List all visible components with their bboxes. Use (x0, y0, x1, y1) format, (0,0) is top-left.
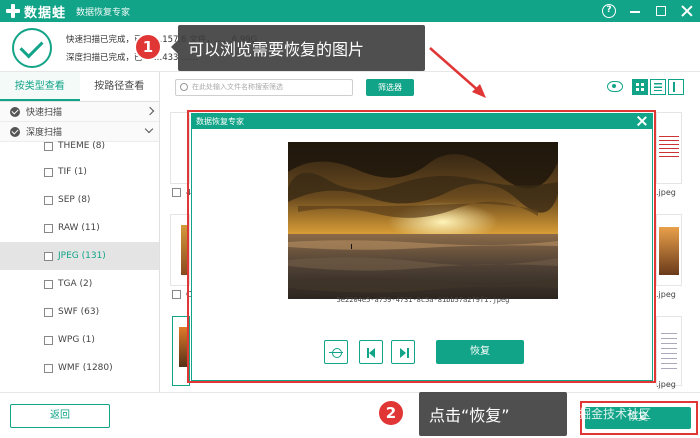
type-label: TGA (2) (58, 279, 93, 289)
type-item-theme[interactable]: THEME (8) (0, 134, 159, 158)
thumbnail-label: .jpeg (656, 380, 676, 389)
checkbox[interactable] (44, 223, 53, 233)
checkbox[interactable] (44, 141, 53, 151)
thumbnail-label: .jpeg (656, 290, 676, 299)
file-name: .jpeg (656, 188, 676, 197)
dialog-close-icon[interactable] (636, 115, 648, 127)
file-toolbar: 在此处输入文件名称搜索筛选 筛选器 (160, 72, 700, 102)
file-name: .jpeg (656, 290, 676, 299)
tab-by-type[interactable]: 按类型查看 (0, 72, 80, 101)
type-label: JPEG (131) (58, 251, 106, 261)
close-icon[interactable] (680, 4, 694, 18)
callout-recover: 点击“恢复” (419, 392, 567, 436)
preview-filename: 5e2204e5-a759-4731-8c5a-81bb57a2f9f1.jpe… (336, 296, 510, 304)
type-label: WPG (1) (58, 335, 95, 345)
quick-scan-label: 快速扫描 (26, 108, 63, 118)
thumbnail[interactable] (656, 112, 682, 184)
checkbox[interactable] (44, 167, 53, 177)
thumbnail-image (661, 329, 677, 369)
quick-scan-row[interactable]: 快速扫描 (0, 102, 159, 122)
callout-tail (171, 40, 178, 54)
fit-view-icon[interactable] (324, 340, 348, 364)
minimize-icon[interactable] (628, 4, 642, 18)
detail-view-icon[interactable] (668, 79, 684, 95)
previous-image-icon[interactable] (359, 340, 383, 364)
plus-logo-icon (6, 4, 20, 18)
dialog-title: 数据恢复专家 (196, 117, 244, 126)
preview-dialog: 数据恢复专家 5e2204e5-a759-4731-8c5a-81bb57a2f… (191, 113, 653, 381)
type-label: SEP (8) (58, 195, 91, 205)
thumbnail[interactable] (656, 316, 682, 386)
type-label: TIF (1) (58, 167, 87, 177)
type-item-swf[interactable]: SWF (63) (0, 298, 159, 326)
search-input[interactable]: 在此处输入文件名称搜索筛选 (175, 79, 353, 96)
dialog-header: 数据恢复专家 (192, 114, 652, 129)
step-badge: 1 (134, 33, 162, 61)
callout-browse: 可以浏览需要恢复的图片 (178, 25, 425, 71)
watermark: 稀土掘金技术社区 (555, 407, 652, 421)
callout-text: 点击“恢复” (429, 406, 510, 425)
callout-text: 可以浏览需要恢复的图片 (188, 40, 365, 59)
type-item-wmf[interactable]: WMF (1280) (0, 354, 159, 382)
maximize-icon[interactable] (654, 4, 668, 18)
thumbnail-image (659, 133, 679, 157)
chevron-down-icon[interactable] (144, 124, 154, 134)
type-item-wpg[interactable]: WPG (1) (0, 326, 159, 354)
title-bar: 数据蛙 数据恢复专家 ? (0, 0, 700, 22)
list-view-icon[interactable] (650, 79, 666, 95)
thumbnail-label: .jpeg (656, 188, 676, 197)
type-label: RAW (11) (58, 223, 100, 233)
type-label: WMF (1280) (58, 363, 113, 373)
checkbox[interactable] (172, 290, 181, 299)
chevron-right-icon[interactable] (145, 106, 155, 116)
logo-text: 数据蛙 (24, 5, 67, 21)
checkbox[interactable] (44, 279, 53, 289)
window-controls: ? (602, 0, 694, 22)
thumbnail-image (659, 227, 679, 275)
checkbox[interactable] (44, 363, 53, 373)
checkbox[interactable] (172, 188, 181, 197)
type-item-jpeg[interactable]: JPEG (131) (0, 242, 159, 270)
app-logo: 数据蛙 (0, 2, 66, 21)
back-button[interactable]: 返回 (10, 404, 110, 428)
help-icon[interactable]: ? (602, 4, 616, 18)
grid-view-icon[interactable] (632, 79, 648, 95)
file-name: .jpeg (656, 380, 676, 389)
tab-by-path[interactable]: 按路径查看 (80, 72, 160, 101)
file-type-list: THEME (8) TIF (1) SEP (8) RAW (11) JPEG … (0, 134, 159, 382)
eye-icon[interactable] (607, 81, 623, 92)
checkbox[interactable] (44, 307, 53, 317)
checkbox[interactable] (44, 251, 53, 261)
checkbox[interactable] (44, 195, 53, 205)
sunset-photo (288, 142, 558, 299)
checkbox[interactable] (44, 335, 53, 345)
next-image-icon[interactable] (391, 340, 415, 364)
filter-button[interactable]: 筛选器 (366, 79, 414, 96)
type-label: SWF (63) (58, 307, 100, 317)
step-badge: 2 (377, 399, 405, 427)
checked-icon (10, 106, 20, 117)
type-item-tif[interactable]: TIF (1) (0, 158, 159, 186)
dialog-recover-button[interactable]: 恢复 (436, 340, 524, 364)
thumbnail[interactable] (656, 214, 682, 286)
scan-complete-check-icon (12, 28, 52, 68)
preview-image (288, 142, 558, 299)
type-label: THEME (8) (58, 141, 106, 151)
type-item-sep[interactable]: SEP (8) (0, 186, 159, 214)
type-item-tga[interactable]: TGA (2) (0, 270, 159, 298)
type-item-raw[interactable]: RAW (11) (0, 214, 159, 242)
sidebar: 按类型查看 按路径查看 快速扫描 深度扫描 THEME (8) TIF (1) … (0, 72, 160, 392)
view-tabs: 按类型查看 按路径查看 (0, 72, 159, 102)
app-subtitle: 数据恢复专家 (76, 7, 131, 18)
